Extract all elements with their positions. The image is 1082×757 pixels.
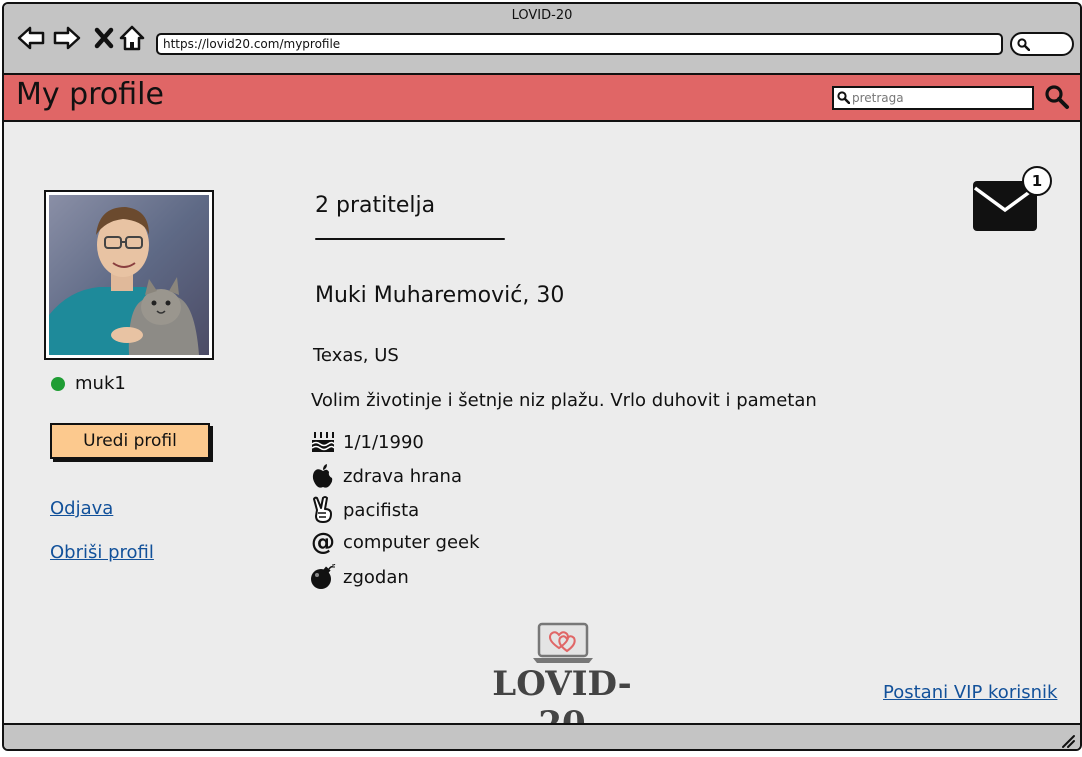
delete-profile-link[interactable]: Obriši profil (50, 542, 154, 563)
close-x-icon[interactable] (89, 23, 119, 53)
detail-hobby: @ computer geek (309, 527, 480, 557)
detail-birthday: 1/1/1990 (309, 427, 424, 457)
apple-icon (309, 462, 337, 490)
profile-name-age: Muki Muharemović, 30 (315, 283, 565, 308)
become-vip-link[interactable]: Postani VIP korisnik (883, 682, 1057, 703)
followers-underline (315, 238, 505, 240)
unread-badge: 1 (1022, 166, 1052, 196)
logout-link[interactable]: Odjava (50, 498, 113, 519)
search-button[interactable] (1044, 84, 1070, 114)
search-input[interactable] (852, 88, 1028, 108)
peace-hand-icon (309, 496, 337, 524)
search-box[interactable] (832, 86, 1034, 110)
detail-text: 1/1/1990 (343, 431, 424, 453)
window-title: LOVID-20 (511, 8, 573, 23)
browser-chrome: LOVID-20 https://lovid20.com/myprofile (4, 4, 1080, 75)
laptop-heart-icon (533, 622, 593, 663)
search-icon (837, 91, 850, 104)
detail-looks: zgodan (309, 562, 409, 592)
online-status-indicator (51, 377, 65, 391)
address-bar[interactable]: https://lovid20.com/myprofile (156, 33, 1003, 55)
profile-location: Texas, US (313, 345, 399, 366)
detail-text: zdrava hrana (343, 465, 462, 487)
messages-button[interactable]: 1 (970, 166, 1060, 242)
status-bar (4, 723, 1080, 749)
profile-photo (44, 190, 214, 360)
followers-count[interactable]: 2 pratitelja (315, 193, 435, 218)
search-icon (1045, 85, 1069, 109)
bomb-icon (309, 563, 337, 591)
resize-handle-icon[interactable] (1060, 733, 1076, 749)
search-icon (1017, 38, 1030, 51)
detail-text: computer geek (343, 531, 480, 553)
detail-food: zdrava hrana (309, 461, 462, 491)
at-sign-icon: @ (311, 528, 335, 556)
page-title: My profile (16, 77, 164, 112)
page-header: My profile (4, 75, 1080, 122)
back-arrow-icon[interactable] (16, 23, 46, 53)
browser-search-field[interactable] (1010, 32, 1074, 56)
browser-window: LOVID-20 https://lovid20.com/myprofile M… (2, 2, 1082, 751)
profile-bio: Volim životinje i šetnje niz plažu. Vrlo… (311, 390, 817, 411)
username: muk1 (75, 373, 126, 394)
birthday-cake-icon (309, 428, 337, 456)
unread-count: 1 (1031, 172, 1043, 190)
detail-text: zgodan (343, 566, 409, 588)
detail-personality: pacifista (309, 495, 419, 525)
home-icon[interactable] (117, 23, 147, 53)
forward-arrow-icon[interactable] (52, 23, 82, 53)
detail-text: pacifista (343, 499, 420, 521)
edit-profile-button[interactable]: Uredi profil (50, 423, 210, 459)
